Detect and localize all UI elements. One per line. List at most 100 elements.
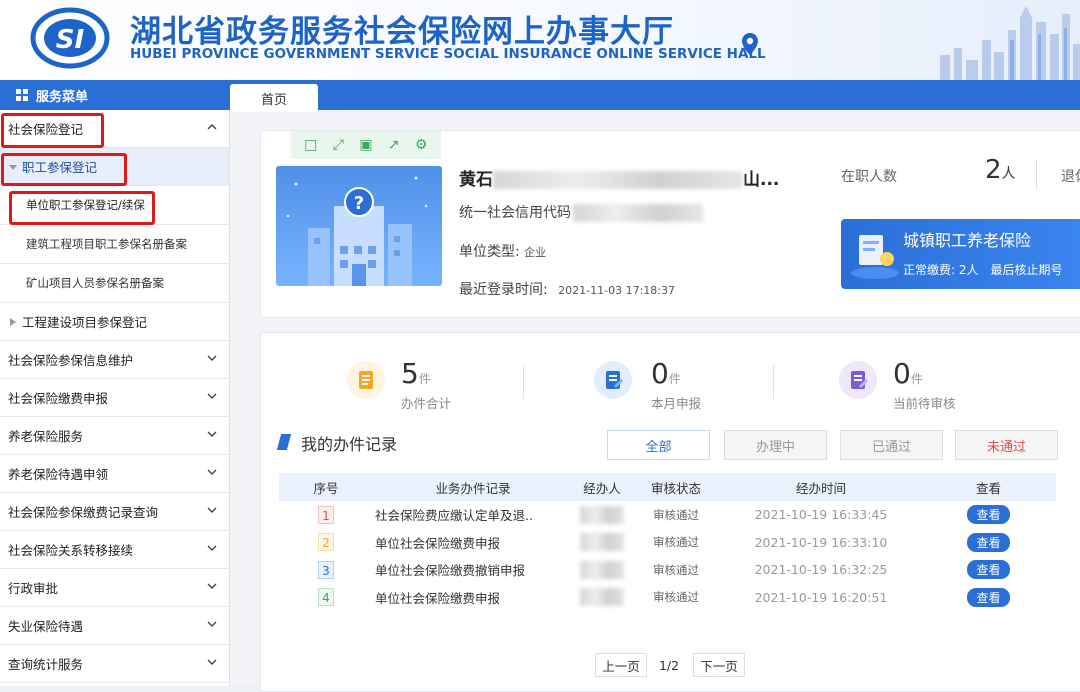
pension-insurance-card[interactable]: 城镇职工养老保险 正常缴费: 2人 最后核止期号 bbox=[841, 219, 1080, 289]
record-status: 审核通过 bbox=[653, 507, 699, 522]
sidebar-item-mining-roster[interactable]: 矿山项目人员参保名册备案 bbox=[0, 264, 229, 303]
record-name: 单位社会保险缴费撤销申报 bbox=[375, 563, 526, 579]
gear-icon[interactable]: ⚙ bbox=[413, 137, 429, 153]
table-row: 2 单位社会保险缴费申报 审核通过 2021-10-19 16:33:10 查看 bbox=[279, 529, 1056, 557]
employees-count: 2人 bbox=[985, 155, 1016, 185]
chevron-down-icon bbox=[207, 469, 217, 475]
copy-icon[interactable]: □ bbox=[303, 137, 319, 153]
row-number: 2 bbox=[318, 533, 334, 552]
sidebar-item-label: 养老保险服务 bbox=[8, 429, 84, 444]
last-login: 最近登录时间: 2021-11-03 17:18:37 bbox=[459, 282, 675, 298]
divider bbox=[523, 365, 524, 399]
chevron-down-icon bbox=[207, 507, 217, 513]
pending-review-icon bbox=[839, 361, 877, 399]
prev-page-button[interactable]: 上一页 bbox=[595, 653, 647, 677]
divider bbox=[1036, 159, 1037, 189]
record-status: 审核通过 bbox=[653, 562, 699, 577]
sidebar-item-engineering-project-registration[interactable]: 工程建设项目参保登记 bbox=[0, 303, 229, 341]
monthly-declare-icon bbox=[594, 361, 632, 399]
records-table: 序号 业务办件记录 经办人 审核状态 经办时间 查看 1 社会保险费应缴认定单及… bbox=[279, 473, 1056, 611]
sidebar-item-construction-roster[interactable]: 建筑工程项目职工参保名册备案 bbox=[0, 225, 229, 264]
company-illustration: ? bbox=[276, 166, 442, 286]
view-button[interactable]: 查看 bbox=[967, 587, 1010, 607]
expand-icon[interactable]: ⤢ bbox=[330, 137, 346, 153]
pension-card-details: 正常缴费: 2人 最后核止期号 bbox=[903, 263, 1063, 277]
record-time: 2021-10-19 16:33:10 bbox=[754, 534, 888, 550]
sidebar-item-label: 建筑工程项目职工参保名册备案 bbox=[26, 237, 187, 251]
service-menu-header: 服务菜单 bbox=[0, 80, 230, 110]
chevron-down-icon bbox=[207, 621, 217, 627]
col-status: 审核状态 bbox=[650, 480, 701, 496]
divider bbox=[773, 365, 774, 399]
col-time: 经办时间 bbox=[795, 480, 846, 496]
view-button[interactable]: 查看 bbox=[967, 505, 1010, 525]
sidebar-item-label: 查询统计服务 bbox=[8, 657, 84, 672]
view-button[interactable]: 查看 bbox=[967, 560, 1010, 580]
handler bbox=[573, 529, 631, 557]
sidebar-item-info-maintenance[interactable]: 社会保险参保信息维护 bbox=[0, 341, 229, 379]
redacted-text bbox=[580, 505, 624, 524]
caret-right-icon bbox=[10, 317, 16, 326]
grid-icon bbox=[16, 89, 28, 101]
caret-down-icon bbox=[9, 164, 17, 170]
record-status: 审核通过 bbox=[653, 590, 699, 605]
records-card: 5件 办件合计 0件 本月申报 0件 当前待审核 我的办件记录 全部 办理中 已… bbox=[260, 332, 1080, 692]
table-row: 4 单位社会保险缴费申报 审核通过 2021-10-19 16:20:51 查看 bbox=[279, 584, 1056, 612]
sidebar-item-pension-benefit[interactable]: 养老保险待遇申领 bbox=[0, 455, 229, 493]
sidebar-item-label: 单位职工参保登记/续保 bbox=[26, 198, 145, 212]
row-number: 3 bbox=[318, 560, 334, 579]
records-title: 我的办件记录 bbox=[301, 435, 398, 454]
stat-pending-label: 当前待审核 bbox=[893, 396, 956, 411]
record-name: 单位社会保险缴费申报 bbox=[375, 590, 501, 606]
stat-monthly: 0件 bbox=[651, 357, 681, 390]
view-button[interactable]: 查看 bbox=[967, 532, 1010, 552]
sidebar-item-label: 社会保险参保信息维护 bbox=[8, 353, 134, 368]
filter-all[interactable]: 全部 bbox=[607, 430, 710, 460]
sidebar-item-label: 行政审批 bbox=[8, 581, 59, 596]
sidebar-item-payment-declaration[interactable]: 社会保险缴费申报 bbox=[0, 379, 229, 417]
col-record: 业务办件记录 bbox=[435, 480, 511, 496]
table-header-row: 序号 业务办件记录 经办人 审核状态 经办时间 查看 bbox=[279, 473, 1056, 501]
sidebar-item-relation-transfer[interactable]: 社会保险关系转移接续 bbox=[0, 531, 229, 569]
pension-card-title: 城镇职工养老保险 bbox=[903, 231, 1032, 250]
filter-in-progress[interactable]: 办理中 bbox=[724, 430, 827, 460]
pension-illustration-icon bbox=[851, 235, 899, 279]
chevron-up-icon bbox=[207, 124, 217, 130]
company-name: 黄石 山... bbox=[459, 170, 780, 190]
site-title: 湖北省政务服务社会保险网上办事大厅 bbox=[130, 14, 674, 50]
sidebar-item-pension-service[interactable]: 养老保险服务 bbox=[0, 417, 229, 455]
filter-passed[interactable]: 已通过 bbox=[840, 430, 943, 460]
save-icon[interactable]: ▣ bbox=[358, 137, 374, 153]
next-page-button[interactable]: 下一页 bbox=[693, 653, 745, 677]
unit-type: 单位类型: 企业 bbox=[459, 244, 547, 260]
redacted-text bbox=[573, 204, 703, 222]
sidebar-item-label: 社会保险关系转移接续 bbox=[8, 543, 134, 558]
site-subtitle: HUBEI PROVINCE GOVERNMENT SERVICE SOCIAL… bbox=[130, 46, 766, 62]
sidebar-menu: 社会保险登记 职工参保登记 单位职工参保登记/续保 建筑工程项目职工参保名册备案… bbox=[0, 110, 230, 686]
record-name: 社会保险费应缴认定单及退.. bbox=[375, 508, 533, 524]
employees-label: 在职人数 bbox=[841, 169, 897, 185]
sidebar-item-administrative-approval[interactable]: 行政审批 bbox=[0, 569, 229, 607]
company-profile-card: □ ⤢ ▣ ↗ ⚙ ? 黄石 山... 统一社会信用代码 单位类型: 企业 最近… bbox=[260, 130, 1080, 318]
sidebar-item-unit-employee-registration[interactable]: 单位职工参保登记/续保 bbox=[0, 186, 229, 225]
main-content: □ ⤢ ▣ ↗ ⚙ ? 黄石 山... 统一社会信用代码 单位类型: 企业 最近… bbox=[230, 112, 1080, 692]
filter-failed[interactable]: 未通过 bbox=[955, 430, 1058, 460]
sidebar-item-statistics-query[interactable]: 查询统计服务 bbox=[0, 645, 229, 683]
stat-pending: 0件 bbox=[893, 357, 923, 390]
unit-type-value: 企业 bbox=[524, 246, 547, 259]
record-time: 2021-10-19 16:33:45 bbox=[754, 507, 888, 523]
si-logo: SI bbox=[30, 7, 110, 69]
sidebar-item-unemployment-benefit[interactable]: 失业保险待遇 bbox=[0, 607, 229, 645]
sidebar-item-social-insurance-registration[interactable]: 社会保险登记 bbox=[0, 110, 229, 148]
sidebar-item-employee-registration[interactable]: 职工参保登记 bbox=[0, 148, 229, 186]
chevron-down-icon bbox=[207, 545, 217, 551]
record-time: 2021-10-19 16:32:25 bbox=[754, 562, 888, 578]
row-number: 4 bbox=[318, 588, 334, 607]
share-icon[interactable]: ↗ bbox=[386, 137, 402, 153]
sidebar-item-payment-record-query[interactable]: 社会保险参保缴费记录查询 bbox=[0, 493, 229, 531]
credit-code: 统一社会信用代码 bbox=[459, 202, 703, 222]
tab-home[interactable]: 首页 bbox=[230, 84, 318, 112]
redacted-text bbox=[580, 533, 624, 552]
stat-monthly-label: 本月申报 bbox=[651, 396, 702, 411]
site-header: SI 湖北省政务服务社会保险网上办事大厅 HUBEI PROVINCE GOVE… bbox=[0, 0, 1080, 80]
